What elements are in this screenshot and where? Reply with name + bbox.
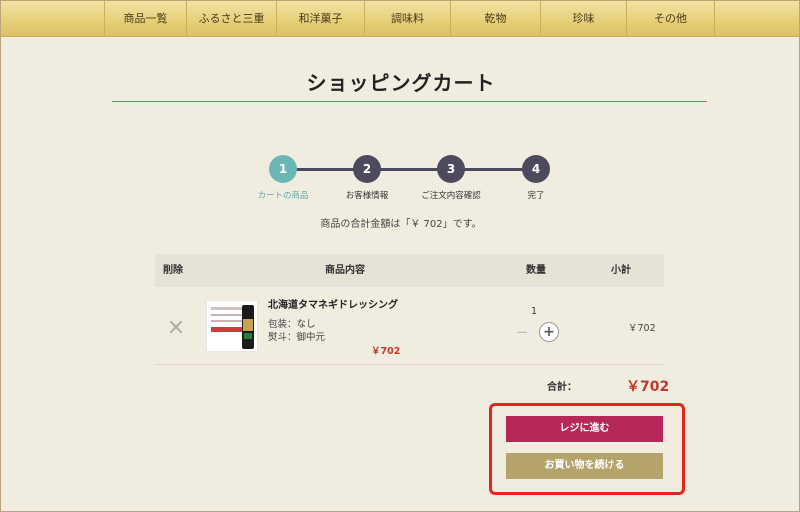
step-number: 2 [353,155,381,183]
cart-table-header: 削除 商品内容 数量 小計 [155,254,664,287]
header-subtotal: 小計 [611,265,631,276]
product-name[interactable]: 北海道タマネギドレッシング [268,296,398,311]
step-number: 1 [269,155,297,183]
row-divider [155,364,664,365]
step-number: 3 [437,155,465,183]
title-divider [112,101,707,102]
step-complete: 4 完了 [491,155,581,201]
plus-circle-icon[interactable]: + [539,322,559,342]
step-number: 4 [522,155,550,183]
continue-shopping-button[interactable]: お買い物を続ける [506,453,663,479]
product-thumbnail[interactable] [206,300,258,352]
row-subtotal: ￥702 [628,323,656,334]
header-remove: 削除 [163,265,183,276]
checkout-button[interactable]: レジに進む [506,416,663,442]
step-customer-info: 2 お客様情報 [322,155,412,201]
page-title: ショッピングカート [306,71,496,95]
close-x-icon[interactable] [168,319,184,335]
step-label: お客様情報 [345,191,389,201]
header-quantity: 数量 [526,265,546,276]
step-label: カートの商品 [257,191,309,201]
nav-item-delicacies[interactable]: 珍味 [540,1,626,37]
step-label: ご注文内容確認 [421,191,481,201]
total-label: 合計： [547,382,577,393]
checkout-steps: 1 カートの商品 2 お客様情報 3 ご注文内容確認 4 完了 [241,155,581,205]
nav-item-furusato-mie[interactable]: ふるさと三重 [186,1,276,37]
product-option-wrapping: 包装：なし [268,319,316,330]
nav-item-seasoning[interactable]: 調味料 [364,1,450,37]
quantity-value: 1 [531,306,538,317]
step-cart: 1 カートの商品 [238,155,328,201]
top-navigation: 商品一覧 ふるさと三重 和洋菓子 調味料 乾物 珍味 その他 [1,1,799,37]
step-label: 完了 [527,191,545,201]
product-option-noshi: 熨斗：御中元 [268,332,326,343]
nav-item-dried-goods[interactable]: 乾物 [450,1,540,37]
header-product: 商品内容 [325,265,365,276]
step-order-confirm: 3 ご注文内容確認 [406,155,496,201]
nav-item-others[interactable]: その他 [626,1,715,37]
product-price: ￥702 [371,346,401,357]
nav-item-all-products[interactable]: 商品一覧 [104,1,186,37]
total-value: ￥702 [626,379,670,395]
minus-icon[interactable]: − [515,323,529,341]
nav-item-confectionery[interactable]: 和洋菓子 [276,1,364,37]
nav-menu: 商品一覧 ふるさと三重 和洋菓子 調味料 乾物 珍味 その他 [104,1,715,37]
cart-total-summary: 商品の合計金額は「￥ 702」です。 [320,219,482,230]
